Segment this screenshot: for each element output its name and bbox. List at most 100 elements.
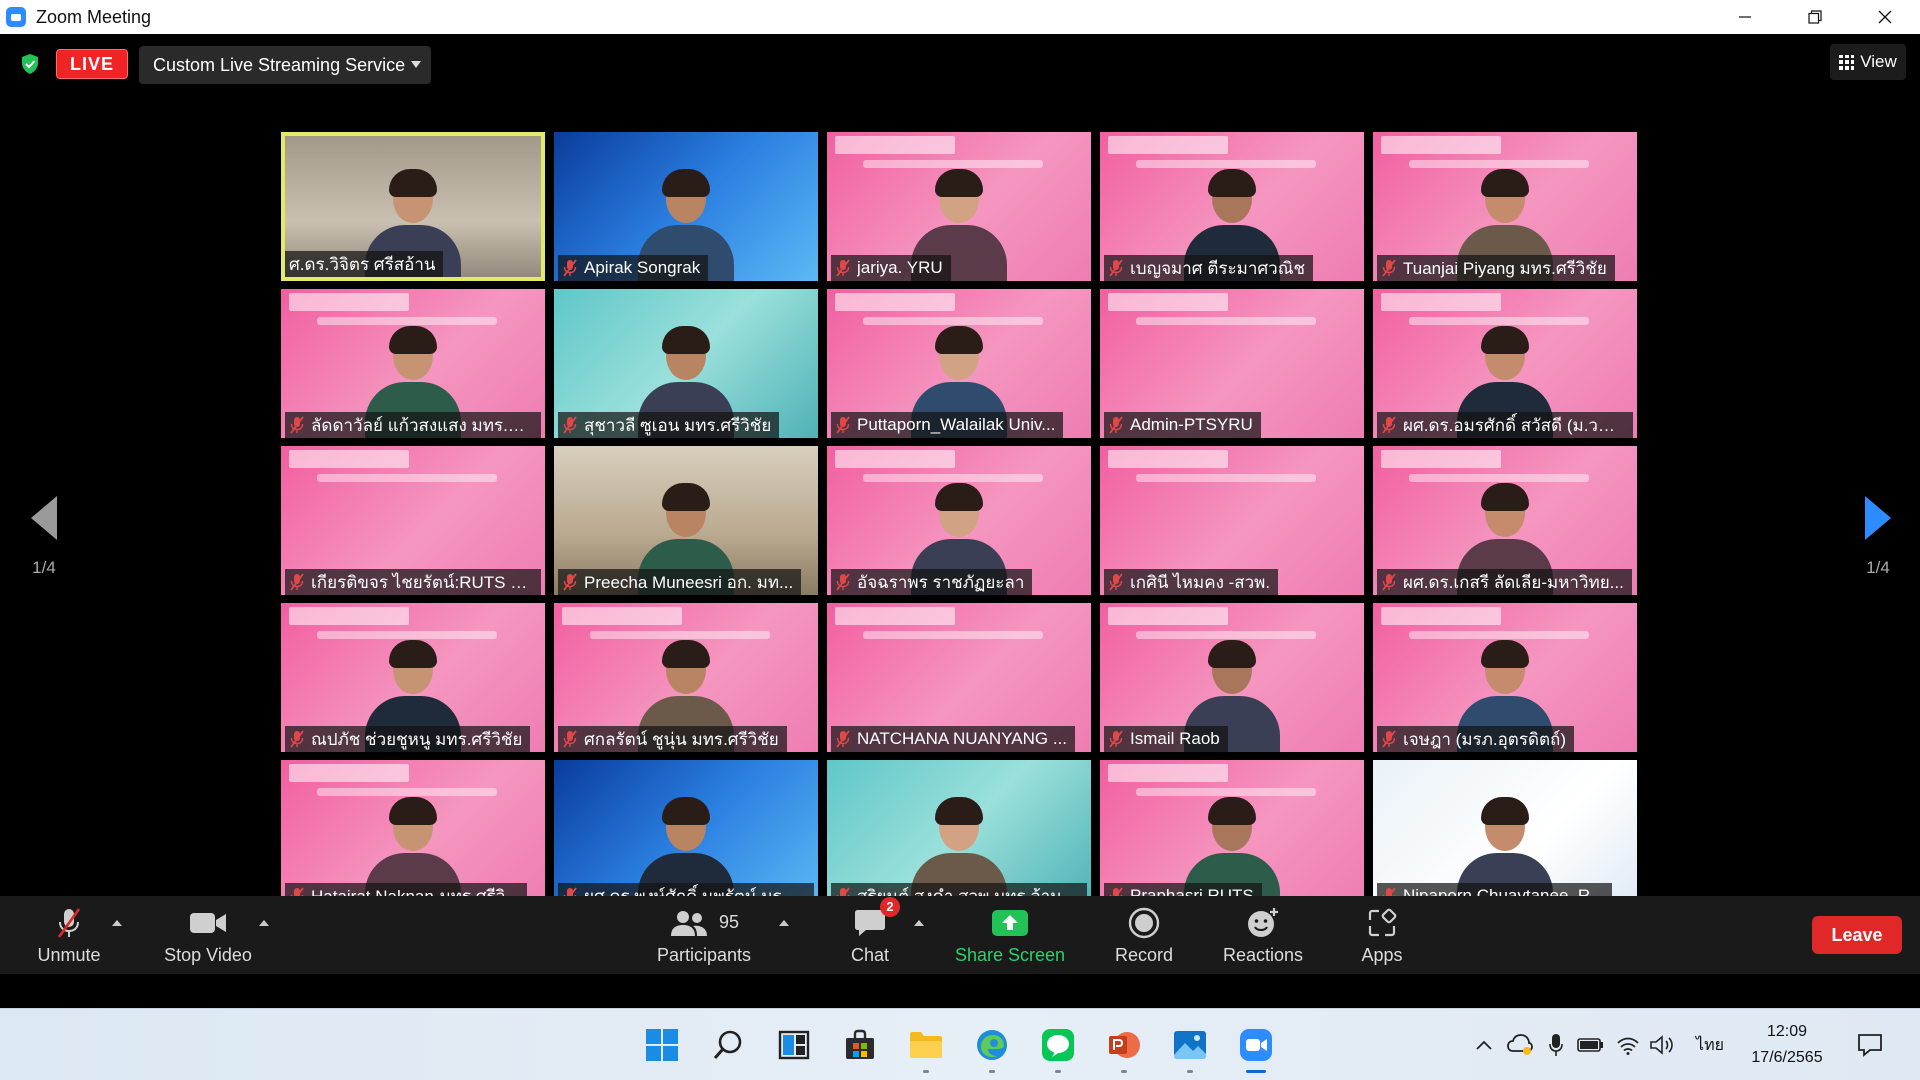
participant-name-tag: ศกลรัตน์ ชูนุ่น มทร.ศรีวิชัย <box>558 726 787 752</box>
video-options-caret[interactable] <box>259 920 269 926</box>
previous-page-button[interactable]: 1/4 <box>24 496 64 578</box>
participants-button[interactable]: 95 Participants <box>648 896 760 974</box>
taskbar-powerpoint[interactable] <box>1102 1023 1146 1073</box>
virtual-background-caption <box>1409 160 1589 168</box>
record-label: Record <box>1114 944 1174 965</box>
participant-video-tile[interactable]: Admin-PTSYRU <box>1100 289 1364 438</box>
streaming-service-dropdown[interactable]: Custom Live Streaming Service <box>139 46 431 84</box>
volume-tray-icon[interactable] <box>1648 1031 1676 1059</box>
leave-meeting-button[interactable]: Leave <box>1812 916 1902 954</box>
unmute-button[interactable]: Unmute <box>28 896 110 974</box>
notification-center-button[interactable] <box>1852 1031 1888 1059</box>
participant-name-tag: Puttaporn_Walailak Univ... <box>831 412 1064 438</box>
task-view-button[interactable] <box>772 1023 816 1067</box>
participant-video-tile[interactable]: Puttaporn_Walailak Univ... <box>827 289 1091 438</box>
participant-video-tile[interactable]: jariya. YRU <box>827 132 1091 281</box>
clock-time: 12:09 <box>1766 1023 1808 1040</box>
live-badge[interactable]: LIVE <box>56 49 128 79</box>
participant-video-tile[interactable]: อัจฉราพร ราชภัฏยะลา <box>827 446 1091 595</box>
show-hidden-icons-button[interactable] <box>1472 1031 1496 1059</box>
participant-video-tile[interactable]: ผศ.ดร.อมรศักดิ์ สวัสดี (ม.วลัย... <box>1373 289 1637 438</box>
minimize-button[interactable] <box>1710 0 1780 34</box>
participant-name: ผศ.ดร.เกสรี ลัดเลีย-มหาวิทย... <box>1403 572 1624 592</box>
battery-tray-icon[interactable] <box>1576 1031 1606 1059</box>
windows-logo-icon <box>646 1029 678 1061</box>
close-button[interactable] <box>1850 0 1920 34</box>
virtual-background-caption <box>863 631 1043 639</box>
participant-video-tile[interactable]: NATCHANA NUANYANG ... <box>827 603 1091 752</box>
meeting-top-bar: LIVE Custom Live Streaming Service View <box>0 34 1920 94</box>
zoom-icon <box>1240 1029 1272 1061</box>
virtual-background-banner <box>289 607 409 625</box>
chat-options-caret[interactable] <box>914 920 924 926</box>
participant-video-tile[interactable]: Ismail Raob <box>1100 603 1364 752</box>
edge-browser-icon <box>977 1030 1007 1060</box>
view-button[interactable]: View <box>1830 44 1906 80</box>
start-button[interactable] <box>640 1023 684 1067</box>
participant-video-tile[interactable]: ลัดดาวัลย์ แก้วสงแสง มทร.ศรีวิ... <box>281 289 545 438</box>
microphone-icon <box>1549 1034 1563 1056</box>
participant-name: ณปภัช ช่วยชูหนู มทร.ศรีวิชัย <box>311 729 523 749</box>
taskbar-photos-app[interactable] <box>1168 1023 1212 1073</box>
participant-video-tile[interactable]: สุชาวลี ซูเอน มทร.ศรีวิชัย <box>554 289 818 438</box>
window-controls <box>1710 0 1920 34</box>
reactions-button[interactable]: Reactions <box>1218 896 1308 974</box>
stop-video-button[interactable]: Stop Video <box>158 896 258 974</box>
participant-video-tile[interactable]: ณปภัช ช่วยชูหนู มทร.ศรีวิชัย <box>281 603 545 752</box>
participant-video-tile[interactable]: Nipaporn Chuaytanee_R... <box>1373 760 1637 909</box>
virtual-background-caption <box>317 474 497 482</box>
participant-name-tag: ณปภัช ช่วยชูหนู มทร.ศรีวิชัย <box>285 726 531 752</box>
participant-video-tile[interactable]: ผศ.ดร.เกสรี ลัดเลีย-มหาวิทย... <box>1373 446 1637 595</box>
chat-button[interactable]: 2 Chat <box>840 896 900 974</box>
wifi-icon <box>1617 1037 1639 1055</box>
input-language-indicator[interactable]: ไทย <box>1692 1031 1728 1059</box>
restore-button[interactable] <box>1780 0 1850 34</box>
virtual-background-banner <box>1108 450 1228 468</box>
microphone-muted-icon <box>290 416 304 434</box>
virtual-background-banner <box>835 136 955 154</box>
caret-down-icon <box>411 61 421 68</box>
participant-video-tile[interactable]: ศกลรัตน์ ชูนุ่น มทร.ศรีวิชัย <box>554 603 818 752</box>
participant-video-tile[interactable]: ศ.ดร.วิจิตร ศรีสอ้าน <box>281 132 545 281</box>
participant-video-tile[interactable]: Tuanjai Piyang มทร.ศรีวิชัย <box>1373 132 1637 281</box>
taskbar-store-app[interactable] <box>838 1023 882 1067</box>
virtual-background-caption <box>317 631 497 639</box>
participant-video-tile[interactable]: เบญจมาศ ตีระมาศวณิช <box>1100 132 1364 281</box>
microphone-muted-icon <box>1382 573 1396 591</box>
participant-video-tile[interactable]: Praphasri RUTS <box>1100 760 1364 909</box>
microphone-muted-icon <box>290 730 304 748</box>
wifi-tray-icon[interactable] <box>1614 1031 1642 1059</box>
smiley-plus-icon <box>1248 907 1278 937</box>
participant-video-tile[interactable]: เจษฎา (มรภ.อุตรดิตถ์) <box>1373 603 1637 752</box>
notification-icon <box>1858 1034 1882 1057</box>
restore-icon <box>1808 10 1822 24</box>
participant-video-tile[interactable]: ผศ.ดร.พงษ์ศักดิ์ นพรัตน์ มรภ.... <box>554 760 818 909</box>
onedrive-tray-icon[interactable] <box>1506 1031 1534 1059</box>
participants-options-caret[interactable] <box>779 920 789 926</box>
microphone-muted-icon <box>836 259 850 277</box>
participant-video-tile[interactable]: Hatairat Naknan-มทร.ศรีวิ... <box>281 760 545 909</box>
apps-button[interactable]: Apps <box>1352 896 1412 974</box>
taskbar-file-explorer[interactable] <box>904 1023 948 1073</box>
participant-video-tile[interactable]: สุริยนต์ สูงคำ สวพ.มทร.ล้านนา <box>827 760 1091 909</box>
taskbar-line-app[interactable] <box>1036 1023 1080 1073</box>
participant-video-tile[interactable]: Apirak Songrak <box>554 132 818 281</box>
participant-video-tile[interactable]: เกศินี ไหมคง -สวพ. <box>1100 446 1364 595</box>
audio-options-caret[interactable] <box>112 920 122 926</box>
participant-name: Puttaporn_Walailak Univ... <box>857 415 1056 434</box>
participant-video-tile[interactable]: Preecha Muneesri อก. มท... <box>554 446 818 595</box>
next-page-button[interactable]: 1/4 <box>1858 496 1898 578</box>
taskbar-zoom-app[interactable] <box>1234 1023 1278 1073</box>
taskbar-search-button[interactable] <box>706 1023 750 1067</box>
participant-name: เกียรติขจร ไชยรัตน์:RUTS Sa... <box>311 572 533 592</box>
security-shield-icon[interactable] <box>20 53 40 75</box>
participants-count: 95 <box>718 912 740 932</box>
participant-video-tile[interactable]: เกียรติขจร ไชยรัตน์:RUTS Sa... <box>281 446 545 595</box>
zoom-app-icon <box>6 7 26 27</box>
microphone-muted-icon <box>836 416 850 434</box>
share-screen-button[interactable]: Share Screen <box>952 896 1068 974</box>
taskbar-clock[interactable]: 12:09 17/6/2565 <box>1742 1019 1832 1071</box>
microphone-tray-icon[interactable] <box>1544 1031 1568 1059</box>
taskbar-edge-browser[interactable] <box>970 1023 1014 1073</box>
record-button[interactable]: Record <box>1104 896 1184 974</box>
